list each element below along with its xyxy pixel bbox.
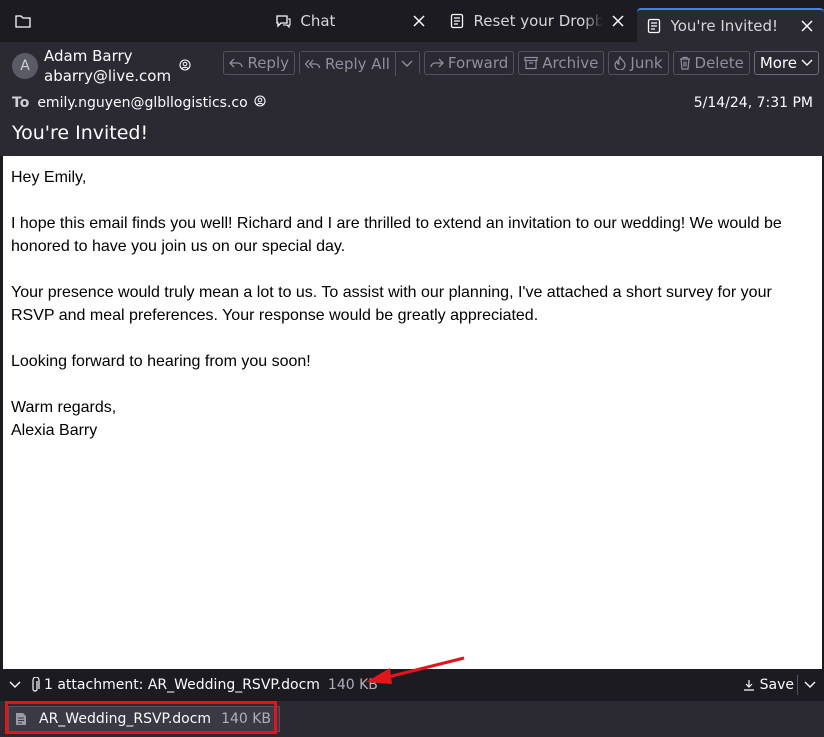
add-contact-icon[interactable]: [254, 95, 266, 111]
reply-all-label: Reply All: [325, 55, 390, 73]
message-header: A Adam Barry abarry@live.com Reply Reply…: [0, 42, 824, 156]
save-dropdown[interactable]: [797, 675, 816, 695]
sender-email[interactable]: abarry@live.com: [44, 66, 171, 86]
tab-chat[interactable]: Chat: [210, 0, 425, 42]
reply-all-button[interactable]: Reply All: [300, 52, 395, 76]
folder-icon: [14, 15, 31, 28]
reply-all-dropdown[interactable]: [394, 52, 419, 76]
tab-label: Reset your Dropbox password: [473, 12, 603, 30]
annotation-highlight-box: [5, 701, 277, 734]
more-label: More: [759, 54, 797, 72]
paperclip-icon: [32, 677, 40, 692]
body-paragraph: Looking forward to hearing from you soon…: [11, 353, 311, 370]
chat-icon: [274, 13, 292, 29]
reply-all-split: Reply All: [299, 51, 420, 76]
body-paragraph: Hey Emily,: [11, 169, 87, 186]
download-icon: [743, 680, 754, 691]
close-icon[interactable]: [798, 17, 816, 35]
to-label: To: [12, 95, 30, 111]
trash-icon: [679, 56, 690, 70]
message-icon: [448, 13, 466, 29]
forward-button[interactable]: Forward: [423, 51, 515, 75]
junk-icon: [614, 56, 626, 70]
attachment-summary-text: 1 attachment: AR_Wedding_RSVP.docm: [44, 677, 320, 693]
chevron-down-icon: [401, 60, 413, 67]
body-paragraph: I hope this email finds you well! Richar…: [11, 215, 782, 255]
more-button[interactable]: More: [753, 51, 819, 75]
body-paragraph: Alexia Barry: [11, 422, 98, 439]
annotation-arrow-icon: [366, 656, 465, 684]
avatar: A: [12, 53, 38, 79]
message-subject: You're Invited!: [12, 122, 149, 144]
delete-label: Delete: [694, 54, 744, 72]
attachment-toggle[interactable]: [0, 681, 30, 689]
tab-bar: Chat Reset your Dropbox password You're …: [0, 0, 824, 42]
archive-label: Archive: [542, 54, 599, 72]
message-body: Hey Emily, I hope this email finds you w…: [3, 156, 822, 669]
junk-button[interactable]: Junk: [608, 51, 669, 75]
forward-label: Forward: [447, 54, 509, 72]
recipient-email[interactable]: emily.nguyen@glbllogistics.co: [37, 95, 247, 111]
chevron-down-icon: [804, 681, 816, 688]
junk-label: Junk: [630, 54, 663, 72]
tab-label: You're Invited!: [670, 17, 778, 35]
chevron-down-icon: [801, 59, 813, 66]
attachment-summary[interactable]: 1 attachment: AR_Wedding_RSVP.docm 140 K…: [30, 677, 378, 693]
delete-button[interactable]: Delete: [672, 51, 750, 75]
chevron-down-icon: [9, 681, 21, 688]
sender: A Adam Barry abarry@live.com: [12, 46, 191, 86]
reply-label: Reply: [247, 54, 289, 72]
mail-window: Chat Reset your Dropbox password You're …: [0, 0, 824, 737]
close-icon[interactable]: [609, 12, 627, 30]
archive-button[interactable]: Archive: [518, 51, 605, 75]
reply-button[interactable]: Reply: [223, 51, 295, 75]
message-icon: [645, 18, 663, 34]
message-toolbar: Reply Reply All Forward Archive Junk Del…: [223, 51, 819, 76]
tab-dropbox-reset[interactable]: Reset your Dropbox password: [440, 0, 635, 42]
close-icon[interactable]: [410, 12, 428, 30]
reply-all-icon: [305, 59, 321, 69]
message-date: 5/14/24, 7:31 PM: [693, 95, 813, 111]
reply-icon: [229, 58, 244, 68]
save-attachment-button[interactable]: Save: [743, 677, 794, 693]
add-contact-icon[interactable]: [179, 56, 191, 75]
save-label: Save: [759, 677, 794, 693]
body-paragraph: Warm regards,: [11, 399, 117, 416]
folder-tab[interactable]: [0, 0, 45, 42]
tab-youre-invited[interactable]: You're Invited!: [636, 8, 824, 42]
recipient-row: To emily.nguyen@glbllogistics.co: [12, 95, 266, 111]
archive-icon: [524, 56, 538, 70]
tab-label: Chat: [300, 12, 336, 30]
sender-name[interactable]: Adam Barry: [44, 46, 171, 66]
body-paragraph: Your presence would truly mean a lot to …: [11, 284, 772, 324]
forward-icon: [430, 58, 444, 68]
